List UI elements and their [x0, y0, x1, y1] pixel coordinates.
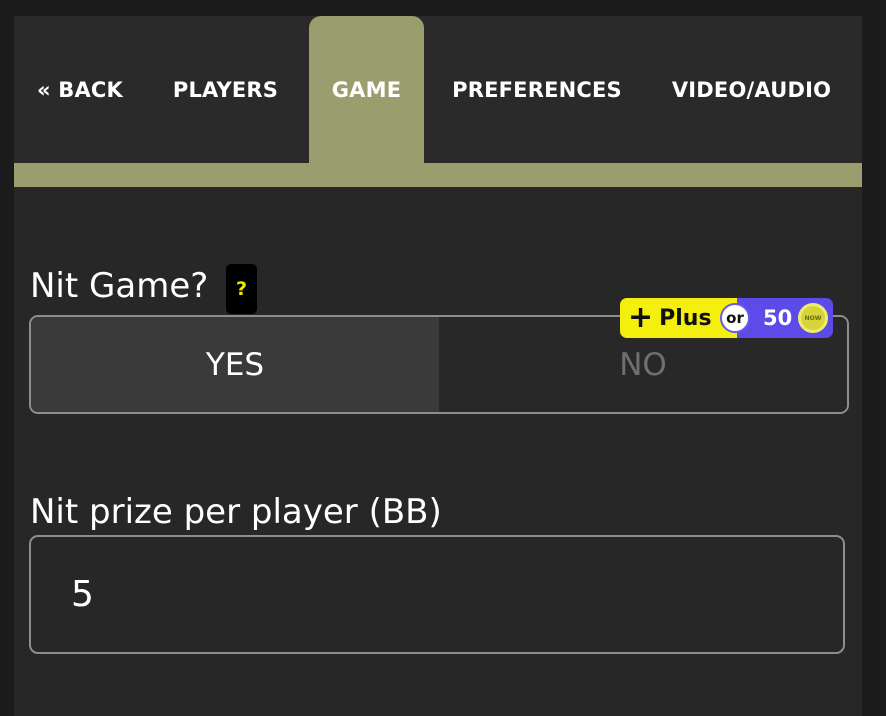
or-badge: or [720, 303, 750, 333]
plus-icon: + [628, 300, 654, 335]
tab-video-audio[interactable]: VIDEO/AUDIO [669, 16, 834, 164]
yes-option[interactable]: YES [31, 317, 439, 412]
nit-game-label: Nit Game? [30, 266, 209, 306]
coin-icon: NOW [798, 303, 828, 333]
plus-label: Plus [659, 305, 712, 331]
plus-upgrade-badge[interactable]: + Plus 50 or NOW [620, 298, 833, 338]
settings-panel: « BACK PLAYERS GAME PREFERENCES VIDEO/AU… [14, 16, 862, 716]
back-button[interactable]: « BACK [32, 16, 128, 164]
tab-preferences[interactable]: PREFERENCES [452, 16, 622, 164]
question-icon: ? [235, 278, 248, 300]
coin-amount: 50 [763, 306, 793, 330]
tab-players[interactable]: PLAYERS [168, 16, 283, 164]
help-button[interactable]: ? [226, 264, 257, 314]
tab-game[interactable]: GAME [309, 16, 424, 164]
tab-underline [14, 163, 862, 187]
nit-prize-input[interactable]: 5 [29, 535, 845, 654]
nit-prize-label: Nit prize per player (BB) [30, 492, 442, 532]
